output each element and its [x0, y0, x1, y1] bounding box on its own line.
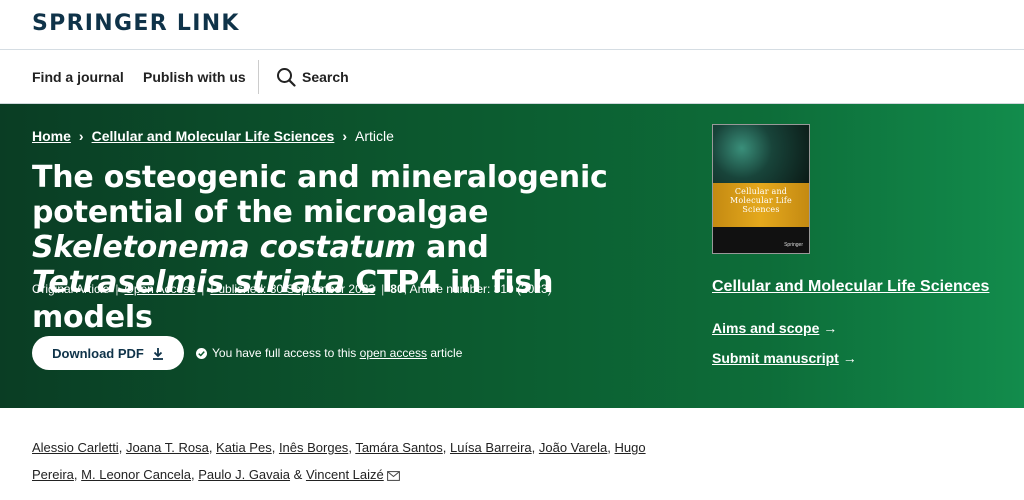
access-notice: You have full access to this open access…: [196, 346, 462, 360]
open-access-link[interactable]: Open Access: [125, 282, 196, 296]
nav-divider: [258, 60, 259, 94]
download-pdf-button[interactable]: Download PDF: [32, 336, 184, 370]
title-text: The osteogenic and mineralogenic potenti…: [32, 160, 608, 230]
logo-bar: SPRINGER LINK: [0, 0, 1024, 50]
arrow-right-icon: →: [842, 350, 857, 366]
author-link[interactable]: Katia Pes: [216, 440, 272, 455]
mail-icon[interactable]: [386, 471, 400, 481]
search-icon[interactable]: [276, 67, 296, 87]
title-species-1: Skeletonema costatum: [32, 230, 416, 265]
author-and: &: [293, 467, 303, 482]
journal-cover-image[interactable]: Cellular and Molecular Life Sciences Spr…: [712, 124, 810, 254]
author-link[interactable]: Vincent Laizé: [306, 467, 384, 482]
breadcrumb-journal[interactable]: Cellular and Molecular Life Sciences: [92, 128, 335, 144]
article-title: The osteogenic and mineralogenic potenti…: [32, 160, 672, 335]
article-hero: Home › Cellular and Molecular Life Science…: [0, 104, 1024, 408]
check-circle-icon: [196, 347, 207, 359]
title-text: and: [415, 230, 489, 265]
volume-number: 80: [390, 282, 404, 296]
chevron-right-icon: ›: [342, 128, 348, 144]
published-date-link[interactable]: Published: 30 September 2023: [210, 282, 375, 296]
author-link[interactable]: Alessio Carletti: [32, 440, 119, 455]
journal-title-link[interactable]: Cellular and Molecular Life Sciences: [712, 278, 989, 296]
breadcrumb-current: Article: [355, 128, 394, 144]
article-number: , Article number: 310 (2023): [403, 282, 552, 296]
main-nav: Find a journal Publish with us Search: [0, 50, 1024, 104]
springer-link-logo[interactable]: SPRINGER LINK: [32, 11, 240, 36]
author-link[interactable]: João Varela: [539, 440, 607, 455]
author-link[interactable]: Paulo J. Gavaia: [198, 467, 290, 482]
author-link[interactable]: Inês Borges: [279, 440, 348, 455]
submit-manuscript-link[interactable]: Submit manuscript →: [712, 350, 857, 366]
author-link[interactable]: Tamára Santos: [355, 440, 442, 455]
search-button[interactable]: Search: [302, 69, 349, 85]
cover-band: Cellular and Molecular Life Sciences: [713, 183, 809, 227]
aims-label: Aims and scope: [712, 320, 820, 336]
publish-with-us-link[interactable]: Publish with us: [143, 69, 246, 85]
download-icon: [152, 347, 163, 360]
breadcrumb: Home › Cellular and Molecular Life Science…: [32, 128, 394, 144]
cover-artwork: [713, 125, 809, 183]
open-access-text-link[interactable]: open access: [360, 346, 427, 360]
access-text: You have full access to this: [212, 346, 360, 360]
submit-label: Submit manuscript: [712, 350, 839, 366]
download-pdf-label: Download PDF: [52, 345, 144, 361]
cover-publisher: Springer: [784, 242, 803, 248]
arrow-right-icon: →: [823, 320, 838, 336]
find-journal-link[interactable]: Find a journal: [32, 69, 124, 85]
breadcrumb-home[interactable]: Home: [32, 128, 71, 144]
author-link[interactable]: Luísa Barreira: [450, 440, 532, 455]
cover-title: Cellular and Molecular Life Sciences: [730, 187, 792, 214]
aims-and-scope-link[interactable]: Aims and scope →: [712, 320, 837, 336]
article-meta: Original Article | Open Access | Published: …: [32, 282, 552, 296]
access-text: article: [427, 346, 463, 360]
author-list: Alessio Carletti, Joana T. Rosa, Katia P…: [32, 440, 646, 482]
article-type: Original Article: [32, 282, 110, 296]
chevron-right-icon: ›: [78, 128, 84, 144]
author-link[interactable]: M. Leonor Cancela: [81, 467, 191, 482]
author-link[interactable]: Joana T. Rosa: [126, 440, 209, 455]
